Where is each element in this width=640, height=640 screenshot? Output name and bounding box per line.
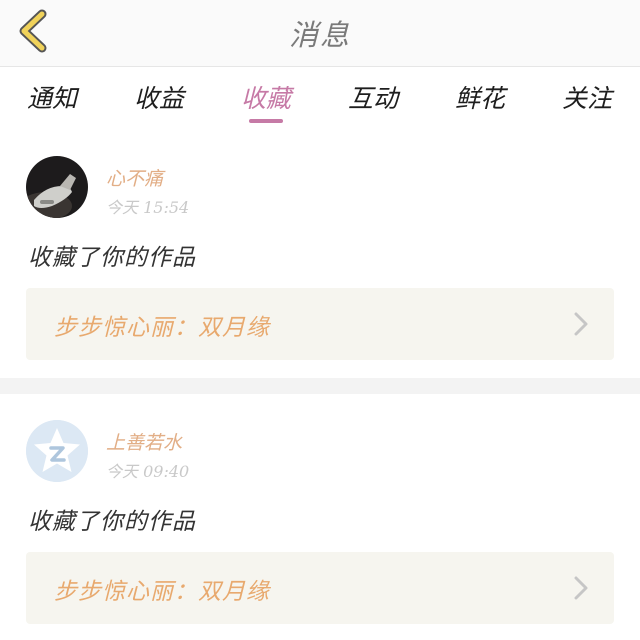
message-item: 心不痛 今天 15:54 收藏了你的作品 步步惊心丽：双月缘 [0,130,640,378]
section-divider [0,378,640,394]
tab-flowers[interactable]: 鲜花 [440,79,520,115]
messages-screen: 消息 通知 收益 收藏 互动 鲜花 关注 心不痛 今天 15:54 收藏了你的作… [0,0,640,640]
message-content: 收藏了你的作品 [28,509,196,535]
work-title: 步步惊心丽：双月缘 [54,579,270,605]
work-link-card[interactable]: 步步惊心丽：双月缘 [26,288,614,360]
tab-notify[interactable]: 通知 [12,79,92,115]
photo-avatar-icon [26,156,88,218]
username[interactable]: 心不痛 [106,164,163,191]
avatar[interactable] [26,156,88,218]
username[interactable]: 上善若水 [106,428,182,455]
tab-earnings[interactable]: 收益 [119,79,199,115]
tab-follow[interactable]: 关注 [547,79,627,115]
page-title: 消息 [288,18,351,52]
message-item: 上善若水 今天 09:40 收藏了你的作品 步步惊心丽：双月缘 [0,394,640,640]
tab-bar: 通知 收益 收藏 互动 鲜花 关注 [0,67,640,129]
nav-header: 消息 [0,0,640,67]
timestamp: 今天 15:54 [106,198,190,217]
active-tab-indicator [249,119,283,123]
tab-favorites[interactable]: 收藏 [226,79,306,115]
default-star-avatar-icon [26,420,88,482]
chevron-right-icon [574,312,588,336]
message-content: 收藏了你的作品 [28,245,196,271]
work-title: 步步惊心丽：双月缘 [54,315,270,341]
work-link-card[interactable]: 步步惊心丽：双月缘 [26,552,614,624]
chevron-right-icon [574,576,588,600]
timestamp: 今天 09:40 [106,462,190,481]
avatar[interactable] [26,420,88,482]
tab-interaction[interactable]: 互动 [333,79,413,115]
